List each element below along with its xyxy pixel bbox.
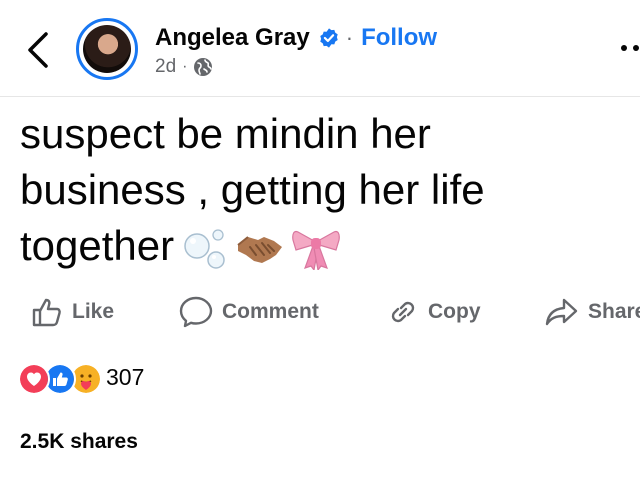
like-button[interactable]: Like [30, 290, 114, 334]
share-label: Share [588, 300, 640, 323]
thumbs-up-icon [32, 298, 61, 327]
bubbles-emoji-icon [184, 229, 225, 269]
post-text-line-last: together [20, 218, 620, 274]
copy-label: Copy [428, 300, 481, 323]
ribbon-bow-emoji-icon [292, 230, 340, 270]
comment-bubble-icon [179, 296, 213, 328]
shares-count[interactable]: 2.5K shares [20, 430, 138, 454]
back-arrow-icon[interactable] [24, 30, 54, 70]
follow-button[interactable]: Follow [361, 24, 437, 52]
share-arrow-icon [545, 298, 578, 326]
author-name[interactable]: Angelea Gray [155, 24, 310, 52]
avatar-photo [83, 25, 131, 73]
post-meta: 2d · [155, 56, 213, 78]
comment-label: Comment [222, 300, 319, 323]
reaction-icons [18, 361, 102, 395]
post-text-line: business , getting her life [20, 166, 485, 213]
comment-button[interactable]: Comment [178, 290, 319, 334]
handshake-emoji-icon [237, 236, 283, 263]
post-body: suspect be mindin her business , getting… [20, 106, 620, 274]
globe-icon [194, 58, 213, 76]
verified-badge-icon [320, 28, 338, 48]
post-header: Angelea Gray · Follow 2d · [0, 0, 640, 97]
author-row: Angelea Gray · Follow [155, 22, 437, 54]
post-text-line: together [20, 222, 175, 269]
love-icon [18, 363, 50, 395]
post-text-line: suspect be mindin her [20, 110, 431, 157]
separator-dot: · [345, 25, 354, 50]
share-button[interactable]: Share [544, 290, 640, 334]
copy-button[interactable]: Copy [386, 290, 481, 334]
link-icon [391, 301, 415, 323]
action-bar: Like Comment Copy Share [0, 290, 640, 334]
like-label: Like [72, 300, 115, 323]
more-options-icon[interactable] [618, 36, 640, 60]
post-time[interactable]: 2d [155, 56, 176, 78]
meta-separator: · [182, 58, 188, 75]
avatar[interactable] [76, 18, 138, 80]
emoji-row [182, 228, 348, 270]
reaction-summary[interactable]: 307 [18, 360, 145, 395]
reaction-count: 307 [106, 363, 145, 390]
